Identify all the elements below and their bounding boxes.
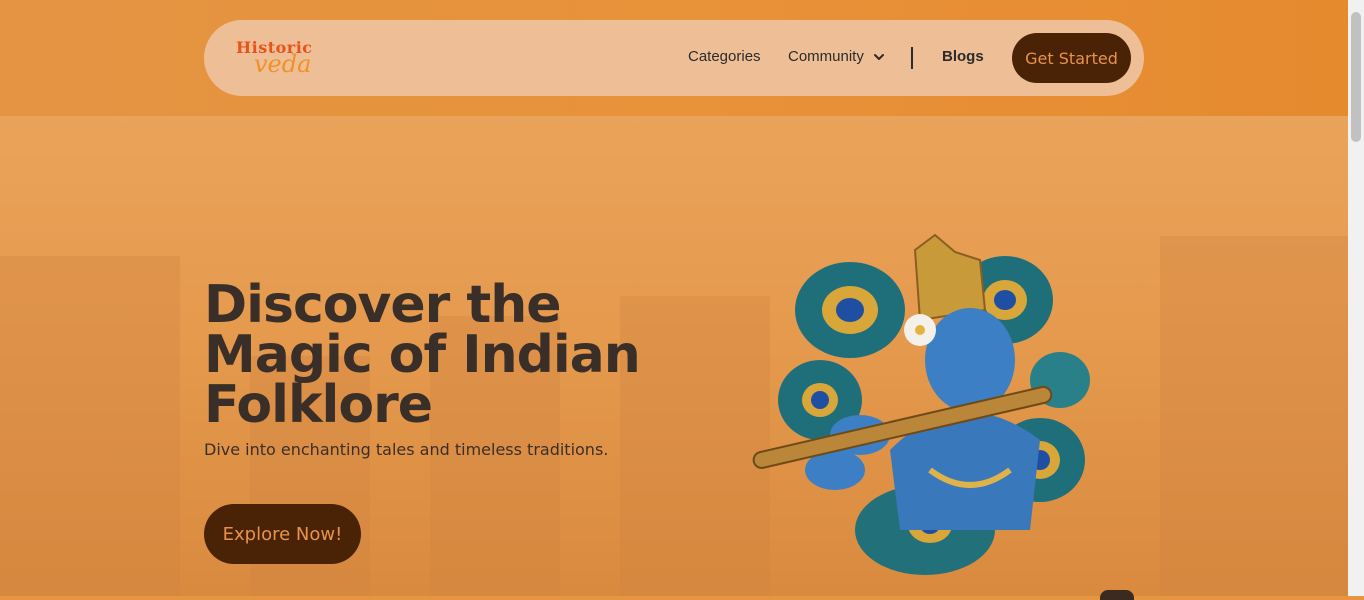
hero-section <box>0 116 1348 596</box>
navbar: Historic veda Categories Community Blogs… <box>204 20 1144 96</box>
temple-silhouette <box>0 256 180 596</box>
chevron-down-icon[interactable] <box>872 50 886 64</box>
logo[interactable]: Historic veda <box>234 38 334 80</box>
logo-text-veda: veda <box>254 50 312 78</box>
headline-line: Magic of Indian <box>204 325 641 385</box>
scrollbar-thumb[interactable] <box>1351 12 1361 142</box>
explore-now-button[interactable]: Explore Now! <box>204 504 361 564</box>
hero-headline: Discover the Magic of Indian Folklore <box>204 275 664 435</box>
nav-divider <box>911 47 913 69</box>
scroll-top-button[interactable] <box>1100 590 1134 600</box>
nav-link-community[interactable]: Community <box>788 48 864 65</box>
get-started-button[interactable]: Get Started <box>1012 33 1131 83</box>
temple-silhouette <box>1160 236 1348 596</box>
nav-link-categories[interactable]: Categories <box>688 48 761 65</box>
krishna-flute-illustration <box>752 233 1090 575</box>
page-scrollbar[interactable] <box>1348 0 1364 596</box>
headline-line: Folklore <box>204 375 433 435</box>
headline-line: Discover the <box>204 275 562 335</box>
nav-link-blogs[interactable]: Blogs <box>942 48 984 65</box>
hero-subtitle: Dive into enchanting tales and timeless … <box>204 440 609 459</box>
